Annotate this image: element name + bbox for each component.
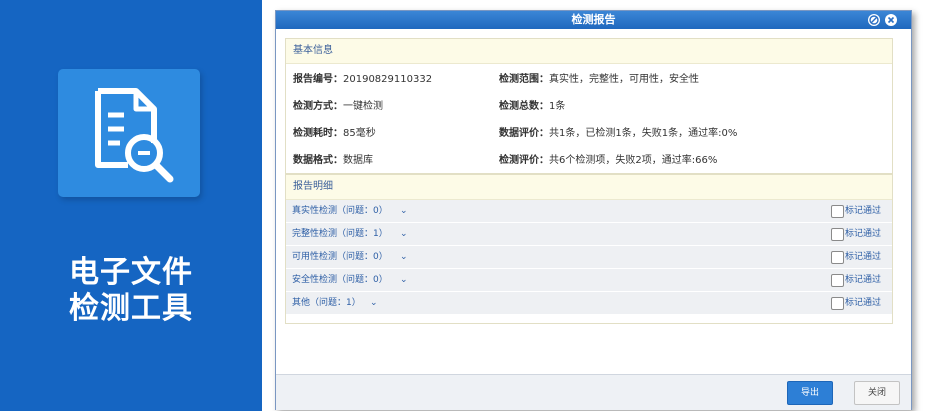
info-data-evaluation: 数据评价：共1条，已检测1条，失败1条，通过率:0%	[499, 124, 737, 139]
dialog-title: 检测报告	[571, 13, 616, 26]
info-method: 检测方式：一键检测	[293, 97, 383, 112]
detail-row-label[interactable]: 完整性检测（问题：1）	[292, 223, 388, 245]
info-label: 检测总数：	[499, 101, 549, 112]
info-label: 数据格式：	[293, 155, 343, 166]
detail-row[interactable]: 真实性检测（问题：0） ⌄ 标记通过	[286, 200, 892, 223]
info-label: 检测方式：	[293, 101, 343, 112]
chevron-down-icon[interactable]: ⌄	[400, 223, 408, 245]
chevron-down-icon[interactable]: ⌄	[370, 292, 378, 314]
info-label: 数据评价：	[499, 128, 549, 139]
detail-row-label[interactable]: 真实性检测（问题：0）	[292, 200, 388, 222]
export-button[interactable]: 导出	[787, 381, 833, 405]
dialog-titlebar: 检测报告	[276, 11, 911, 29]
report-details-header: 报告明细	[286, 175, 892, 200]
detail-row[interactable]: 其他（问题：1） ⌄ 标记通过	[286, 292, 892, 315]
mark-passed-checkbox[interactable]	[831, 205, 844, 218]
mark-passed-label[interactable]: 标记通过	[845, 269, 881, 291]
detail-row-label[interactable]: 安全性检测（问题：0）	[292, 269, 388, 291]
info-value: 一键检测	[343, 101, 383, 112]
basic-info-header: 基本信息	[286, 39, 892, 64]
info-value: 85毫秒	[343, 128, 376, 139]
info-value: 真实性，完整性，可用性，安全性	[549, 74, 699, 85]
detail-row[interactable]: 安全性检测（问题：0） ⌄ 标记通过	[286, 269, 892, 292]
mark-passed-checkbox[interactable]	[831, 274, 844, 287]
info-format: 数据格式：数据库	[293, 151, 373, 166]
promo-title: 电子文件 检测工具	[0, 255, 262, 327]
report-details-panel: 报告明细 真实性检测（问题：0） ⌄ 标记通过 完整性检测（问题：1） ⌄ 标记…	[285, 174, 893, 324]
detail-row[interactable]: 可用性检测（问题：0） ⌄ 标记通过	[286, 246, 892, 269]
mark-passed-label[interactable]: 标记通过	[845, 200, 881, 222]
chevron-down-icon[interactable]: ⌄	[400, 269, 408, 291]
mark-passed-label[interactable]: 标记通过	[845, 246, 881, 268]
basic-info-grid: 报告编号：20190829110332 检测范围：真实性，完整性，可用性，安全性…	[286, 63, 892, 173]
detail-row-label[interactable]: 可用性检测（问题：0）	[292, 246, 388, 268]
info-value: 1条	[549, 101, 566, 112]
chevron-down-icon[interactable]: ⌄	[400, 246, 408, 268]
close-button[interactable]: 关闭	[854, 381, 900, 405]
mark-passed-checkbox[interactable]	[831, 228, 844, 241]
promo-title-line1: 电子文件	[69, 255, 193, 290]
info-value: 共6个检测项，失败2项，通过率:66%	[549, 155, 718, 166]
detail-row[interactable]: 完整性检测（问题：1） ⌄ 标记通过	[286, 223, 892, 246]
close-icon[interactable]	[885, 14, 897, 26]
report-dialog: 检测报告 基本信息 报告编号：20190829110332 检测范围：真实性，完…	[275, 10, 912, 410]
promo-panel: 电子文件 检测工具	[0, 0, 262, 411]
mark-passed-label[interactable]: 标记通过	[845, 223, 881, 245]
basic-info-panel: 基本信息 报告编号：20190829110332 检测范围：真实性，完整性，可用…	[285, 38, 893, 174]
document-search-icon	[58, 69, 200, 197]
info-check-evaluation: 检测评价：共6个检测项，失败2项，通过率:66%	[499, 151, 717, 166]
info-label: 检测范围：	[499, 74, 549, 85]
info-value: 共1条，已检测1条，失败1条，通过率:0%	[549, 128, 738, 139]
info-scope: 检测范围：真实性，完整性，可用性，安全性	[499, 70, 699, 85]
info-value: 20190829110332	[343, 74, 433, 85]
dialog-footer: 导出 关闭	[276, 374, 911, 410]
mark-passed-label[interactable]: 标记通过	[845, 292, 881, 314]
promo-title-line2: 检测工具	[69, 291, 193, 326]
info-duration: 检测耗时：85毫秒	[293, 124, 376, 139]
chevron-down-icon[interactable]: ⌄	[400, 200, 408, 222]
info-value: 数据库	[343, 155, 373, 166]
info-label: 检测耗时：	[293, 128, 343, 139]
mark-passed-checkbox[interactable]	[831, 297, 844, 310]
info-report-id: 报告编号：20190829110332	[293, 70, 432, 85]
info-total: 检测总数：1条	[499, 97, 565, 112]
mark-passed-checkbox[interactable]	[831, 251, 844, 264]
detail-row-label[interactable]: 其他（问题：1）	[292, 292, 361, 314]
minimize-icon[interactable]	[868, 14, 880, 26]
dialog-body: 基本信息 报告编号：20190829110332 检测范围：真实性，完整性，可用…	[276, 29, 911, 374]
info-label: 检测评价：	[499, 155, 549, 166]
info-label: 报告编号：	[293, 74, 343, 85]
